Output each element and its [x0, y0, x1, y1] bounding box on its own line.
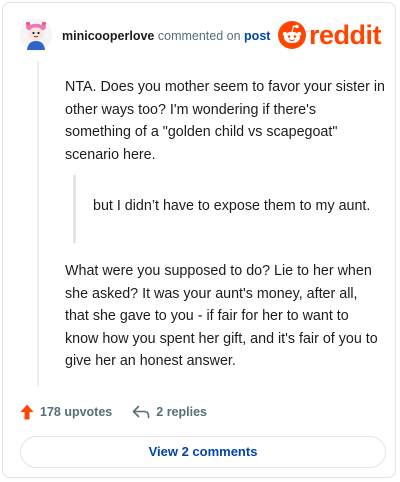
avatar-icon [20, 19, 52, 51]
comment-header: minicooperlove commented on post reddit [20, 19, 382, 53]
reply-button[interactable]: 2 replies [132, 405, 207, 419]
comment-paragraph: What were you supposed to do? Lie to her… [65, 263, 378, 369]
upvote-button[interactable]: 178 upvotes [20, 404, 112, 420]
reddit-logo[interactable]: reddit [277, 19, 382, 51]
upvote-arrow-icon [20, 404, 34, 420]
post-link[interactable]: post [244, 29, 270, 43]
thread-line[interactable] [37, 61, 39, 386]
avatar[interactable] [20, 19, 52, 51]
view-comments-button[interactable]: View 2 comments [20, 436, 386, 468]
comment-meta: minicooperlove commented on post [62, 29, 270, 43]
reply-count: 2 replies [156, 405, 207, 419]
blockquote: but I didn’t have to expose them to my a… [73, 175, 386, 243]
reddit-snoo-icon [277, 21, 306, 49]
username-link[interactable]: minicooperlove [62, 29, 154, 43]
comment-paragraph: NTA. Does you mother seem to favor your … [65, 79, 385, 163]
upvote-count: 178 upvotes [40, 405, 113, 419]
quote-text: but I didn’t have to expose them to my a… [93, 198, 371, 214]
comment-action-text: commented on [157, 29, 241, 43]
reply-arrow-icon [132, 405, 150, 419]
reddit-wordmark: reddit [308, 20, 382, 50]
comment-card: minicooperlove commented on post reddit … [2, 2, 396, 478]
comment-actions: 178 upvotes 2 replies [20, 402, 207, 422]
